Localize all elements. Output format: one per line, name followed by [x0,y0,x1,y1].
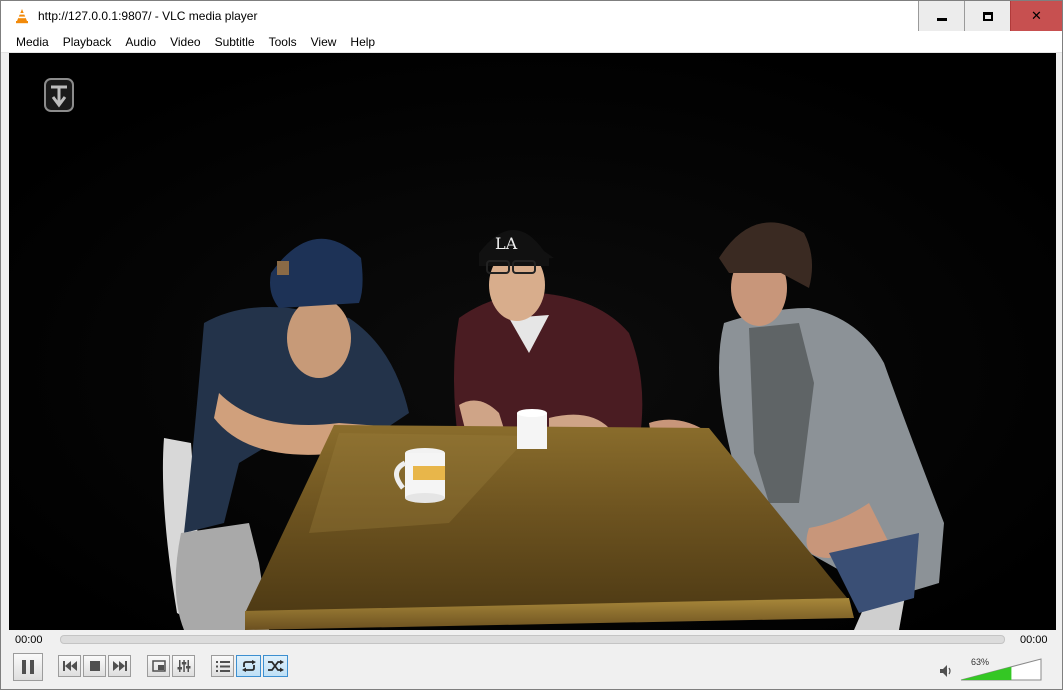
menu-video[interactable]: Video [163,31,207,53]
title-bar[interactable]: http://127.0.0.1:9807/ - VLC media playe… [1,1,1062,31]
next-icon [112,661,127,671]
volume-slider[interactable] [960,658,1042,681]
mug-center [517,409,547,449]
video-surface[interactable]: LA [9,53,1056,630]
stop-icon [89,661,100,671]
maximize-icon [982,11,993,21]
pause-icon [22,660,34,674]
extended-settings-button[interactable] [172,655,195,677]
menu-subtitle[interactable]: Subtitle [208,31,262,53]
fullscreen-button[interactable] [147,655,170,677]
seek-row: 00:00 00:00 [1,630,1062,650]
total-time[interactable]: 00:00 [1020,634,1048,646]
playlist-icon [215,660,230,672]
menu-audio[interactable]: Audio [118,31,163,53]
next-button[interactable] [108,655,131,677]
svg-text:LA: LA [495,234,518,253]
previous-icon [62,661,77,671]
elapsed-time: 00:00 [15,634,43,646]
playlist-button[interactable] [211,655,234,677]
video-frame: LA [9,53,1056,630]
random-button[interactable] [263,655,288,677]
play-pause-button[interactable] [13,653,43,681]
vlc-window: http://127.0.0.1:9807/ - VLC media playe… [0,0,1063,690]
previous-button[interactable] [58,655,81,677]
menu-bar: Media Playback Audio Video Subtitle Tool… [1,31,1062,53]
menu-help[interactable]: Help [343,31,382,53]
vlc-cone-icon [16,9,28,24]
loop-icon [241,660,256,672]
fullscreen-icon [151,660,166,672]
speaker-icon[interactable] [940,665,952,677]
shuffle-icon [267,660,284,672]
control-bar [1,650,1062,689]
close-button[interactable]: ✕ [1010,1,1062,31]
equalizer-icon [177,660,190,672]
loop-button[interactable] [236,655,261,677]
close-icon: ✕ [1031,8,1042,24]
tv-channel-logo-icon [44,78,74,112]
minimize-icon [936,17,947,21]
menu-view[interactable]: View [304,31,344,53]
minimize-button[interactable] [918,1,964,31]
stop-button[interactable] [83,655,106,677]
menu-media[interactable]: Media [9,31,56,53]
seek-slider[interactable] [60,635,1005,644]
window-title: http://127.0.0.1:9807/ - VLC media playe… [38,9,258,23]
menu-playback[interactable]: Playback [56,31,119,53]
menu-tools[interactable]: Tools [262,31,304,53]
maximize-button[interactable] [964,1,1010,31]
